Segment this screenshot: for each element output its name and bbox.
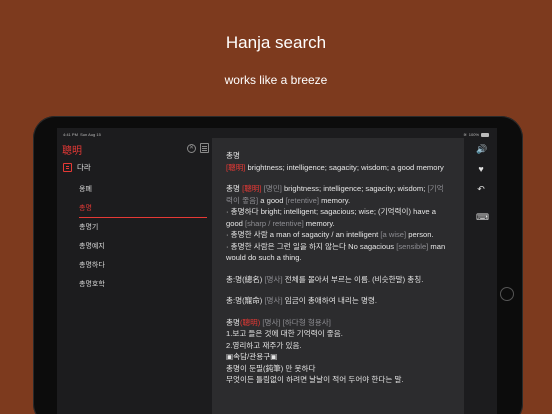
wifi-icon: ≋ [463,132,467,137]
usage-note: [a wise] [380,230,407,239]
result-list: 옹폐 총명 총명기 총명예지 총명하다 총명호학 [79,180,207,294]
definition-text: memory. [318,195,351,205]
app-screen: 4:41 PM Sun Aug 15 ≋ 100% 聰明 ✕ 다라 옹폐 총명 … [57,128,497,414]
definition-panel: 총명 [聰明] brightness; intelligence; sagaci… [212,138,464,414]
definition-summary: [聰明] brightness; intelligence; sagacity;… [226,162,450,174]
pos-tag: [명사] [262,296,283,305]
proverb-meaning: 무엇이든 틀림없이 하려면 날날이 적어 두어야 한다는 말. [226,375,404,384]
entry-word: 총:명(總名) [226,274,263,284]
sidebar: 聰明 ✕ 다라 옹폐 총명 총명기 총명예지 총명하다 총명호학 [57,138,209,414]
proverb-line: 총명이 둔필(鈍筆) 만 못하다 [226,363,316,373]
example-text: · 총명한 사람 a man of sagacity / an intellig… [226,230,381,239]
definition-text: brightness; intelligence; sagacity; wisd… [245,162,444,172]
pos-tag: [명사] [262,274,283,284]
definition-text: brightness; intelligence; sagacity; wisd… [281,184,426,193]
result-item-selected[interactable]: 총명 [79,199,207,218]
proverb-header: ▣속담/관용구▣ [226,352,278,361]
entry-word: 총:명(寵命) [226,296,263,305]
notes-icon[interactable] [200,143,209,153]
promo-subtitle: works like a breeze [224,73,328,87]
hanja-tag: [聰明] [226,162,246,172]
result-item[interactable]: 총명예지 [79,237,207,256]
dictionary-icon [63,163,72,172]
hanja-tag: (聰明) [239,317,261,327]
pos-tag: [명민] [261,184,282,193]
definition-text: 전체를 몰아서 부르는 이름. (비슷한말) 총칭. [282,274,424,284]
entry-total-name: 총:명(總名) [명사] 전체를 몰아서 부르는 이름. (비슷한말) 총칭. [226,274,450,286]
usage-note: [sensible] [396,241,429,251]
definition-line: 총명 [聰明] [명민] brightness; intelligence; s… [226,183,450,206]
sidebar-dictionary-header[interactable]: 다라 [63,162,91,173]
hanja-tag: [聰明] [242,184,262,193]
definition-line: 총명(聰明) [명사] [하다형 형용사] [226,317,450,329]
entry-word: 총명 [226,317,240,327]
definition-line: 총:명(總名) [명사] 전체를 몰아서 부르는 이름. (비슷한말) 총칭. [226,274,450,286]
usage-note: [retentive] [285,195,319,205]
status-indicators: ≋ 100% [463,132,489,137]
sense-line: 1.보고 들은 것에 대한 기억력이 좋음. [226,329,343,338]
example-line: · 총명하다 bright; intelligent; sagacious; w… [226,206,450,229]
definition-text: 임금이 총애하여 내리는 명령. [282,296,378,305]
example-text: person. [406,230,434,239]
speaker-icon[interactable]: 🔊 [476,144,487,154]
status-time: 4:41 PM [63,132,78,137]
sidebar-header-label: 다라 [77,163,91,172]
definition-line: 총:명(寵命) [명사] 임금이 총애하여 내리는 명령. [226,295,450,307]
status-date: Sun Aug 15 [80,132,101,137]
example-text: memory. [303,218,335,228]
entry-royal-command: 총:명(寵命) [명사] 임금이 총애하여 내리는 명령. [226,295,450,307]
headword: 총명 [226,151,240,160]
heart-icon[interactable]: ♥ [476,164,486,174]
result-item[interactable]: 총명호학 [79,275,207,294]
result-item[interactable]: 총명하다 [79,256,207,275]
entry-korean: 총명(聰明) [명사] [하다형 형용사] 1.보고 들은 것에 대한 기억력이… [226,317,450,386]
entry-detailed: 총명 [聰明] [명민] brightness; intelligence; s… [226,183,450,264]
entry-headword: 총명 [聰明] brightness; intelligence; sagaci… [226,150,450,173]
result-item[interactable]: 옹폐 [79,180,207,199]
keyboard-icon[interactable]: ⌨ [476,212,489,222]
pos-tag: [명사] [하다형 형용사] [260,317,331,327]
entry-word: 총명 [226,184,243,193]
result-item[interactable]: 총명기 [79,218,207,237]
example-text: · 총명한 사람은 그런 일을 하지 않는다 No sagacious [226,241,397,251]
usage-note: [sharp / retentive] [245,218,304,228]
search-bar[interactable]: 聰明 ✕ [62,142,209,157]
example-line: · 총명한 사람은 그런 일을 하지 않는다 No sagacious [sen… [226,241,450,264]
status-time-date: 4:41 PM Sun Aug 15 [63,132,101,137]
sense-line: 2.영리하고 재주가 있음. [226,340,302,350]
action-rail: 🔊 ♥ ↶ ⌨ [464,138,497,414]
clear-icon[interactable]: ✕ [187,144,196,153]
example-line: · 총명한 사람 a man of sagacity / an intellig… [226,229,450,241]
home-button[interactable] [500,287,514,301]
battery-icon [481,132,489,137]
search-input[interactable]: 聰明 [62,142,82,157]
promo-title: Hanja search [225,33,327,52]
definition-text: a good [258,195,286,205]
battery-percent: 100% [468,132,479,137]
back-icon[interactable]: ↶ [476,184,486,194]
